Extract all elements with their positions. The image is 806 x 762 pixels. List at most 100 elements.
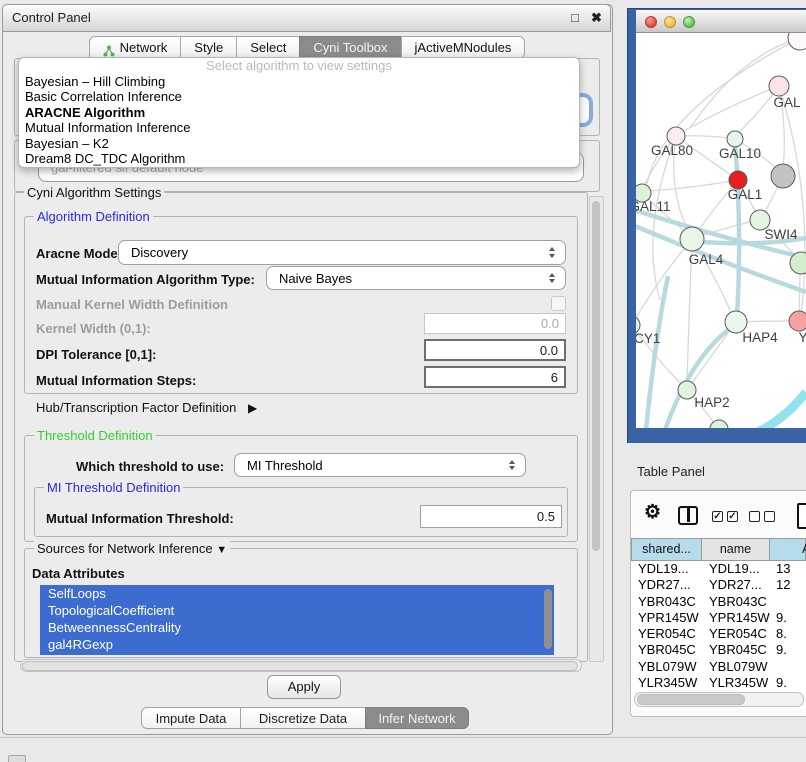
table-row[interactable]: YPR145WYPR145W9. — [631, 610, 806, 626]
tab-infer-network[interactable]: Infer Network — [365, 707, 469, 729]
table-cell[interactable]: YBL079W — [702, 659, 771, 675]
algorithm-option[interactable]: Mutual Information Inference — [19, 120, 579, 135]
unchecked-checkbox-icon[interactable] — [764, 511, 775, 522]
table-cell[interactable]: YDL19... — [631, 561, 702, 577]
network-canvas[interactable]: GALGAL80GAL10GAL1GAL11SWI4GAL4GCY1HAP4YH… — [636, 33, 806, 428]
attribute-list-item[interactable]: TopologicalCoefficient — [40, 602, 554, 619]
table-cell[interactable]: YDL19... — [702, 561, 771, 577]
network-node-gal10[interactable] — [727, 131, 743, 147]
node-table[interactable]: YDL19...YDL19...13YDR27...YDR27...12YBR0… — [631, 561, 806, 692]
table-cell[interactable]: YBR045C — [702, 642, 771, 658]
network-node-gal4[interactable] — [680, 227, 704, 251]
minimize-traffic-light-icon[interactable] — [664, 16, 676, 28]
table-row[interactable]: YER054CYER054C8. — [631, 626, 806, 642]
network-edge[interactable] — [665, 330, 728, 428]
tab-select[interactable]: Select — [236, 36, 300, 59]
collapsed-panel-button[interactable] — [8, 755, 26, 762]
mi-type-combobox[interactable]: Naive Bayes — [266, 266, 566, 290]
table-cell[interactable]: 9. — [771, 642, 806, 658]
tab-jactivemnodules[interactable]: jActiveMNodules — [401, 36, 526, 59]
checked-checkbox-icon[interactable]: ✓ — [712, 511, 723, 522]
table-row[interactable]: YBR045CYBR045C9. — [631, 642, 806, 658]
mi-steps-field[interactable]: 6 — [424, 366, 566, 388]
gear-icon[interactable]: ⚙ — [644, 501, 661, 524]
table-cell[interactable]: YPR145W — [702, 610, 771, 626]
hub-definition-toggle[interactable]: Hub/Transcription Factor Definition ▶ — [36, 400, 257, 415]
column-header-name[interactable]: name — [702, 538, 770, 561]
table-cell[interactable]: 9. — [771, 675, 806, 691]
table-hscrollbar-thumb[interactable] — [637, 694, 745, 705]
control-panel-titlebar[interactable] — [2, 4, 611, 32]
columns-icon[interactable] — [678, 506, 698, 525]
network-edge[interactable] — [650, 180, 738, 191]
table-row[interactable]: YBR043CYBR043C — [631, 594, 806, 610]
close-icon[interactable]: ✖ — [591, 10, 602, 26]
network-node[interactable] — [788, 33, 806, 50]
algorithm-option[interactable]: Bayesian – Hill Climbing — [19, 74, 579, 89]
tab-cyni-toolbox[interactable]: Cyni Toolbox — [299, 36, 401, 59]
tab-style[interactable]: Style — [180, 36, 237, 59]
attribute-list-item[interactable]: BetweennessCentrality — [40, 619, 554, 636]
close-traffic-light-icon[interactable] — [645, 16, 657, 28]
document-icon[interactable] — [797, 503, 806, 529]
table-cell[interactable]: YDR27... — [702, 577, 771, 593]
settings-hscrollbar-thumb[interactable] — [22, 661, 578, 671]
table-horizontal-scrollbar[interactable] — [634, 692, 804, 707]
which-threshold-combobox[interactable]: MI Threshold — [234, 453, 526, 477]
attribute-list-item[interactable]: SelfLoops — [40, 585, 554, 602]
attribute-list-item[interactable]: gal4RGexp — [40, 636, 554, 653]
table-cell[interactable]: YDR27... — [631, 577, 702, 593]
zoom-traffic-light-icon[interactable] — [683, 16, 695, 28]
column-header-shared[interactable]: shared... — [631, 538, 702, 561]
network-node-hap2[interactable] — [678, 381, 696, 399]
table-cell[interactable]: YER054C — [631, 626, 702, 642]
algorithm-option[interactable]: ARACNE Algorithm — [19, 105, 579, 120]
mi-threshold-field[interactable]: 0.5 — [420, 505, 562, 528]
algorithm-option[interactable]: Bayesian – K2 — [19, 136, 579, 151]
network-edge[interactable] — [682, 86, 779, 132]
algorithm-option[interactable]: Basic Correlation Inference — [19, 89, 579, 104]
network-edge[interactable] — [646, 276, 668, 428]
table-cell[interactable] — [771, 659, 806, 675]
table-row[interactable]: YDR27...YDR27...12 — [631, 577, 806, 593]
checked-checkbox-icon[interactable]: ✓ — [727, 511, 738, 522]
table-cell[interactable]: YPR145W — [631, 610, 702, 626]
attributes-list-scrollbar[interactable] — [544, 589, 552, 649]
column-header-partial[interactable]: A — [770, 538, 806, 561]
table-cell[interactable]: YBR045C — [631, 642, 702, 658]
manual-kernel-checkbox[interactable] — [551, 296, 566, 311]
dpi-tolerance-field[interactable]: 0.0 — [424, 339, 566, 361]
table-cell[interactable]: 12 — [771, 577, 806, 593]
aracne-mode-combobox[interactable]: Discovery — [118, 240, 566, 265]
table-cell[interactable]: YBL079W — [631, 659, 702, 675]
table-row[interactable]: YDL19...YDL19...13 — [631, 561, 806, 577]
table-cell[interactable]: YBR043C — [702, 594, 771, 610]
algorithm-option[interactable]: Dream8 DC_TDC Algorithm — [19, 151, 579, 166]
table-cell[interactable]: YLR345W — [702, 675, 771, 691]
table-cell[interactable]: YER054C — [702, 626, 771, 642]
table-cell[interactable]: 9. — [771, 610, 806, 626]
network-node[interactable] — [771, 164, 795, 188]
network-node-gal[interactable] — [769, 76, 789, 96]
table-row[interactable]: YBL079WYBL079W — [631, 659, 806, 675]
table-cell[interactable]: 8. — [771, 626, 806, 642]
network-node-y[interactable] — [789, 311, 806, 331]
tab-discretize-data[interactable]: Discretize Data — [240, 707, 366, 729]
tab-impute-data[interactable]: Impute Data — [141, 707, 241, 729]
float-window-icon[interactable]: □ — [571, 10, 579, 25]
table-cell[interactable]: 13 — [771, 561, 806, 577]
network-edge[interactable] — [735, 142, 739, 318]
table-cell[interactable]: YLR345W — [631, 675, 702, 691]
settings-horizontal-scrollbar[interactable] — [20, 659, 582, 672]
settings-scrollbar-thumb[interactable] — [592, 201, 600, 551]
data-attributes-list[interactable]: SelfLoopsTopologicalCoefficientBetweenne… — [40, 585, 554, 655]
kernel-width-field[interactable]: 0.0 — [424, 313, 566, 334]
network-window-titlebar[interactable] — [636, 10, 806, 33]
settings-vertical-scrollbar[interactable] — [589, 196, 604, 662]
table-cell[interactable]: YBR043C — [631, 594, 702, 610]
table-cell[interactable] — [771, 594, 806, 610]
network-edge[interactable] — [758, 392, 806, 428]
table-row[interactable]: YLR345WYLR345W9. — [631, 675, 806, 691]
tab-network[interactable]: Network — [89, 36, 182, 59]
apply-button[interactable]: Apply — [267, 675, 341, 699]
